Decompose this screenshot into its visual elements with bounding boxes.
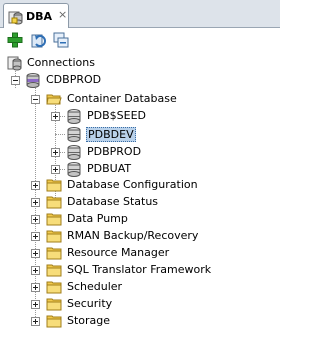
expand-toggle[interactable]: [31, 283, 40, 292]
tree-label: Connections: [27, 56, 95, 69]
expand-toggle[interactable]: [31, 215, 40, 224]
expand-toggle[interactable]: [31, 249, 40, 258]
tree-label: SQL Translator Framework: [67, 263, 212, 276]
tree-row-connections[interactable]: Connections: [0, 55, 280, 72]
tree-label: PDBPROD: [87, 145, 142, 158]
tree-guide: [55, 134, 65, 135]
folder-icon: [46, 196, 62, 209]
pdb-icon: [67, 145, 81, 160]
tree-label: Security: [67, 297, 113, 310]
tree-label: Storage: [67, 314, 111, 327]
tree-label: Database Status: [67, 195, 159, 208]
tree-row-resource-manager[interactable]: Resource Manager: [0, 245, 280, 262]
tab-dba[interactable]: DBA ×: [3, 3, 69, 29]
tree-row-container-database[interactable]: Container Database: [0, 91, 280, 108]
tab-strip: DBA ×: [0, 0, 280, 29]
plus-icon: [7, 32, 23, 48]
tree-row-database-status[interactable]: Database Status: [0, 194, 280, 211]
refresh-icon: [31, 34, 46, 48]
dba-icon: [8, 11, 23, 25]
tree-row-sql-translator-framework[interactable]: SQL Translator Framework: [0, 262, 280, 279]
folder-icon: [46, 281, 62, 294]
expand-toggle[interactable]: [31, 300, 40, 309]
folder-icon: [46, 315, 62, 328]
expand-toggle[interactable]: [31, 232, 40, 241]
expand-toggle[interactable]: [31, 95, 40, 104]
expand-toggle[interactable]: [31, 317, 40, 326]
collapse-icon: [53, 32, 69, 48]
tree-label: PDB$SEED: [87, 109, 147, 122]
tree-row-scheduler[interactable]: Scheduler: [0, 279, 280, 296]
tree-row-rman-backup-recovery[interactable]: RMAN Backup/Recovery: [0, 228, 280, 245]
expand-toggle[interactable]: [11, 76, 20, 85]
tree-label: Database Configuration: [67, 178, 198, 191]
tree-label: CDBPROD: [46, 73, 102, 86]
folder-icon: [46, 230, 62, 243]
tree-row-security[interactable]: Security: [0, 296, 280, 313]
folder-open-icon: [46, 94, 62, 105]
toolbar: [0, 28, 280, 52]
tree-label: Resource Manager: [67, 246, 170, 259]
tree-row-data-pump[interactable]: Data Pump: [0, 211, 280, 228]
folder-icon: [46, 213, 62, 226]
tree-row-pdbprod[interactable]: PDBPROD: [0, 144, 280, 161]
tree-label: PDBUAT: [87, 162, 132, 175]
tree-row-pdbdev[interactable]: PDBDEV: [0, 126, 280, 143]
tree-row-pdbuat[interactable]: PDBUAT: [0, 161, 280, 178]
refresh-button[interactable]: [30, 31, 48, 49]
tree-label: Container Database: [67, 92, 177, 105]
tab-title: DBA: [26, 10, 53, 23]
folder-icon: [46, 247, 62, 260]
add-connection-button[interactable]: [6, 31, 24, 49]
expand-toggle[interactable]: [31, 266, 40, 275]
pdb-icon: [67, 162, 81, 177]
tree-row-storage[interactable]: Storage: [0, 313, 280, 330]
tree-label: Data Pump: [67, 212, 128, 225]
tree-row-pdb-seed[interactable]: PDB$SEED: [0, 108, 280, 125]
tree-row-cdbprod[interactable]: CDBPROD: [0, 72, 280, 89]
connections-tree: Connections CDBPROD Container Database P…: [0, 55, 280, 361]
expand-toggle[interactable]: [51, 148, 60, 157]
tree-row-database-configuration[interactable]: Database Configuration: [0, 177, 280, 194]
folder-icon: [46, 179, 62, 192]
folder-icon: [46, 298, 62, 311]
expand-toggle[interactable]: [51, 112, 60, 121]
connections-icon: [7, 56, 22, 71]
tree-label-selected: PDBDEV: [86, 127, 136, 142]
expand-toggle[interactable]: [51, 165, 60, 174]
close-icon[interactable]: ×: [58, 8, 67, 21]
pdb-icon: [67, 127, 81, 142]
expand-toggle[interactable]: [31, 198, 40, 207]
database-icon: [26, 73, 40, 88]
tree-label: Scheduler: [67, 280, 123, 293]
folder-icon: [46, 264, 62, 277]
pdb-icon: [67, 109, 81, 124]
collapse-all-button[interactable]: [52, 31, 70, 49]
expand-toggle[interactable]: [31, 181, 40, 190]
tree-label: RMAN Backup/Recovery: [67, 229, 199, 242]
